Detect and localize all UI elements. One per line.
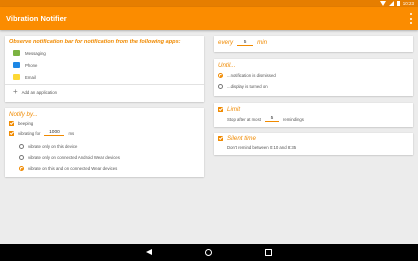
silent-text[interactable]: Don't remind between 0:10 and 8:35 [227,145,296,150]
radio-button[interactable] [218,84,223,89]
home-icon[interactable] [205,249,212,256]
radio-button-selected[interactable] [218,73,223,78]
limit-unit: remindings [282,116,304,122]
every-label: every [218,39,234,46]
silent-card: Silent time Don't remind between 0:10 an… [214,133,413,155]
until-option[interactable]: ...notification is dismissed [218,73,276,78]
radio-option[interactable]: vibrate only on connected Android Wear d… [19,155,120,160]
until-card: Until... ...notification is dismissed ..… [214,59,413,96]
vibrating-label: vibrating for [18,130,41,136]
app-title: Vibration Notifier [6,14,67,23]
limit-toggle[interactable]: Limit [218,106,240,113]
vibrating-checkbox[interactable] [9,130,14,136]
limit-card: Limit Stop after at most 5 remindings [214,103,413,127]
radio-label: vibrate only on connected Android Wear d… [28,155,120,160]
interval-unit: min [257,39,268,46]
every-card: every 5 min [214,36,413,52]
radio-label: vibrate on this and on connected Wear de… [28,166,118,171]
recent-apps-icon[interactable] [265,249,272,256]
notify-heading: Notify by... [9,111,38,118]
messaging-icon [13,50,20,56]
notify-card: Notify by... beeping vibrating for 1000 … [5,108,204,177]
interval-row: every 5 min [218,39,267,46]
vibration-unit: ms [68,130,75,136]
until-option[interactable]: ...display is turned on [218,84,268,89]
add-application-label: Add an application [21,89,58,95]
back-icon[interactable] [146,249,152,255]
radio-label: vibrate only on this device [28,144,78,149]
app-bar: Vibration Notifier [0,7,418,30]
email-icon [13,74,20,80]
app-item-phone[interactable]: Phone [13,62,37,68]
apps-heading: Observe notification bar for notificatio… [9,39,181,45]
app-item-messaging[interactable]: Messaging [13,50,46,56]
silent-toggle[interactable]: Silent time [218,135,256,142]
limit-input[interactable]: 5 [264,116,279,122]
limit-heading: Limit [227,106,241,113]
status-time: 10:23 [402,1,414,6]
app-item-email[interactable]: Email [13,74,36,80]
beeping-checkbox[interactable] [9,121,14,126]
plus-icon: + [13,87,18,96]
phone-icon [13,62,20,68]
limit-row: Stop after at most 5 remindings [227,116,304,122]
battery-icon [396,1,400,6]
until-heading: Until... [218,62,236,69]
divider [5,84,204,85]
limit-label: Stop after at most [227,116,261,122]
until-option-label: ...display is turned on [227,84,268,89]
wifi-icon [379,1,386,6]
limit-checkbox[interactable] [218,107,223,112]
overflow-menu-icon[interactable] [408,13,414,24]
radio-option[interactable]: vibrate on this and on connected Wear de… [19,166,117,171]
app-label: Messaging [25,50,46,56]
status-icons: 10:23 [379,0,414,7]
radio-button[interactable] [19,155,24,160]
beeping-label: beeping [18,121,34,126]
until-option-label: ...notification is dismissed [227,73,276,78]
radio-option[interactable]: vibrate only on this device [19,144,77,149]
app-label: Email [25,74,36,80]
signal-icon [388,1,394,6]
vibration-duration-input[interactable]: 1000 [44,130,65,136]
apps-card: Observe notification bar for notificatio… [5,36,204,102]
beeping-option[interactable]: beeping [9,121,33,126]
navigation-bar [0,244,418,261]
silent-checkbox[interactable] [218,136,223,141]
interval-input[interactable]: 5 [237,40,254,46]
app-label: Phone [25,62,38,68]
radio-button[interactable] [19,144,24,149]
silent-heading: Silent time [227,135,256,142]
add-application-button[interactable]: + Add an application [13,88,57,96]
vibrating-option[interactable]: vibrating for 1000 ms [9,130,74,136]
radio-button-selected[interactable] [19,166,24,171]
status-bar: 10:23 [0,0,418,7]
